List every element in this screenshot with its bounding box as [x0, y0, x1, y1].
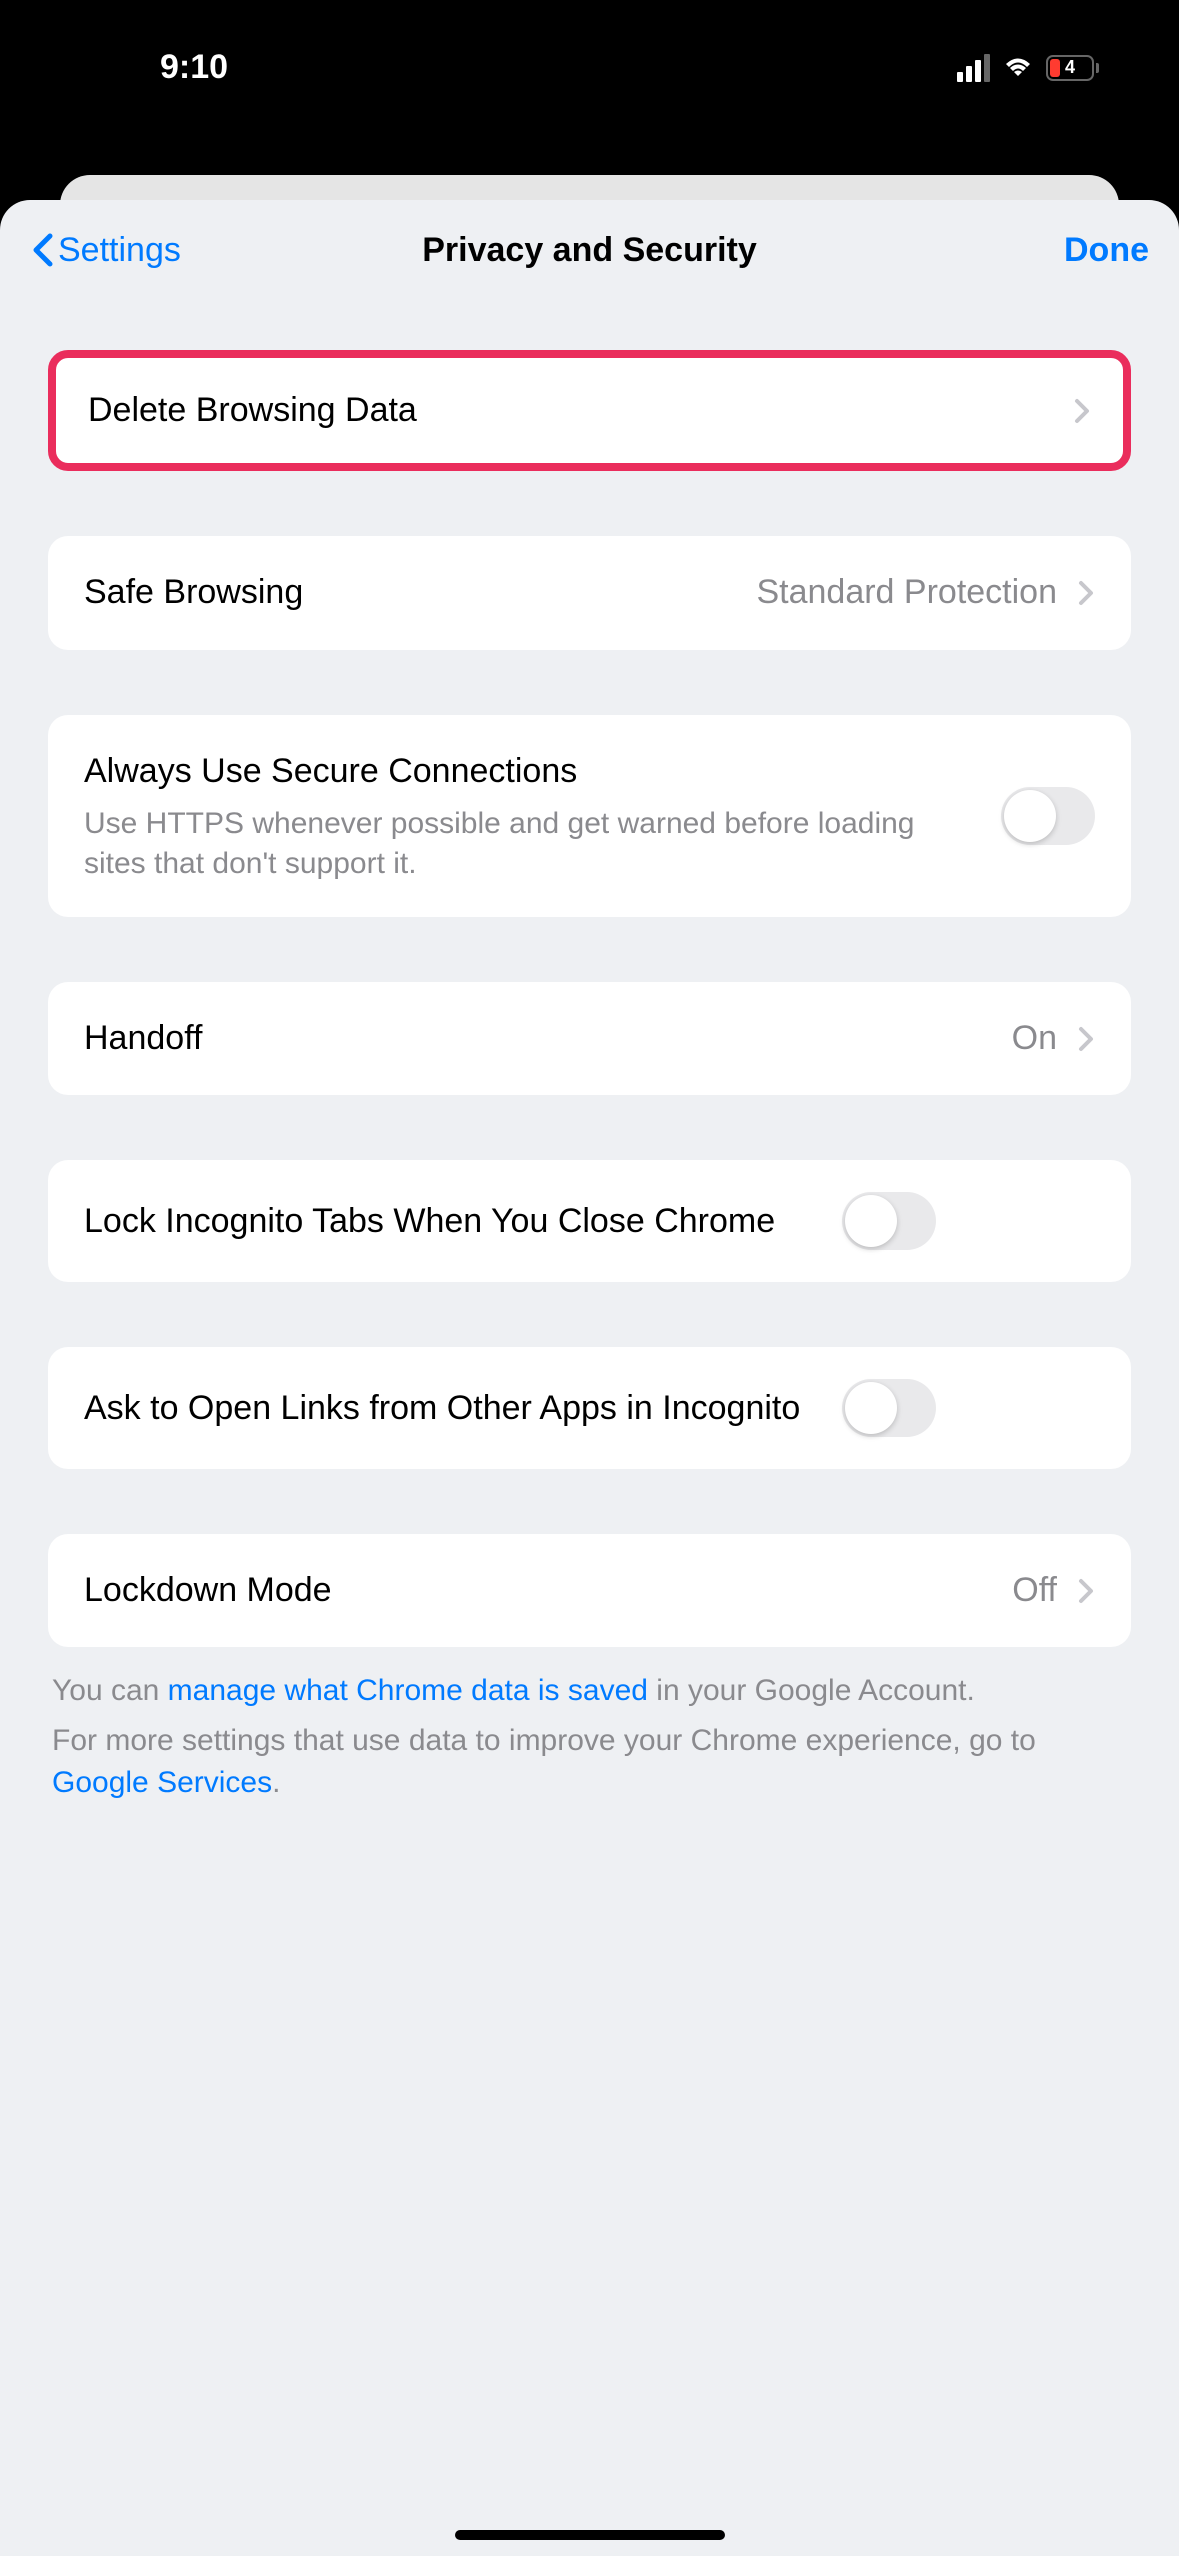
- lockdown-mode-row[interactable]: Lockdown Mode Off: [48, 1534, 1131, 1647]
- modal-sheet: Settings Privacy and Security Done Delet…: [0, 200, 1179, 2556]
- chevron-left-icon: [30, 232, 54, 268]
- lock-incognito-row: Lock Incognito Tabs When You Close Chrom…: [48, 1160, 1131, 1282]
- status-bar: 9:10 4: [0, 0, 1179, 175]
- footer-text-2: For more settings that use data to impro…: [48, 1720, 1131, 1804]
- cell-label: Lock Incognito Tabs When You Close Chrom…: [84, 1197, 842, 1246]
- safe-browsing-row[interactable]: Safe Browsing Standard Protection: [48, 536, 1131, 649]
- content-scroll[interactable]: Delete Browsing Data Safe Browsing Stand…: [0, 300, 1179, 2556]
- cell-label: Safe Browsing: [84, 568, 756, 617]
- chevron-right-icon: [1077, 1025, 1095, 1053]
- ask-open-links-toggle[interactable]: [842, 1379, 936, 1437]
- ask-open-links-row: Ask to Open Links from Other Apps in Inc…: [48, 1347, 1131, 1469]
- cell-label: Lockdown Mode: [84, 1566, 1012, 1615]
- chevron-right-icon: [1077, 1577, 1095, 1605]
- secure-connections-toggle[interactable]: [1001, 787, 1095, 845]
- cell-description: Use HTTPS whenever possible and get warn…: [84, 804, 981, 885]
- battery-icon: 4: [1046, 55, 1099, 81]
- done-button[interactable]: Done: [1064, 231, 1149, 270]
- cell-value: Off: [1012, 1571, 1057, 1610]
- secure-connections-row: Always Use Secure Connections Use HTTPS …: [48, 715, 1131, 917]
- back-label: Settings: [58, 231, 181, 270]
- wifi-icon: [1002, 56, 1034, 80]
- cell-label: Handoff: [84, 1014, 1012, 1063]
- nav-bar: Settings Privacy and Security Done: [0, 200, 1179, 300]
- manage-data-link[interactable]: manage what Chrome data is saved: [168, 1674, 648, 1707]
- cell-value: Standard Protection: [756, 573, 1057, 612]
- status-icons: 4: [957, 54, 1119, 82]
- cell-value: On: [1012, 1019, 1057, 1058]
- cellular-signal-icon: [957, 54, 990, 82]
- back-button[interactable]: Settings: [30, 231, 181, 270]
- handoff-row[interactable]: Handoff On: [48, 982, 1131, 1095]
- chevron-right-icon: [1073, 397, 1091, 425]
- lock-incognito-toggle[interactable]: [842, 1192, 936, 1250]
- google-services-link[interactable]: Google Services: [52, 1766, 272, 1799]
- cell-label: Ask to Open Links from Other Apps in Inc…: [84, 1384, 842, 1433]
- status-time: 9:10: [60, 48, 228, 87]
- cell-label: Delete Browsing Data: [88, 386, 1073, 435]
- delete-browsing-data-row[interactable]: Delete Browsing Data: [48, 350, 1131, 471]
- home-indicator[interactable]: [455, 2530, 725, 2540]
- page-title: Privacy and Security: [422, 231, 757, 270]
- cell-label: Always Use Secure Connections: [84, 747, 981, 796]
- footer-text-1: You can manage what Chrome data is saved…: [48, 1670, 1131, 1712]
- chevron-right-icon: [1077, 579, 1095, 607]
